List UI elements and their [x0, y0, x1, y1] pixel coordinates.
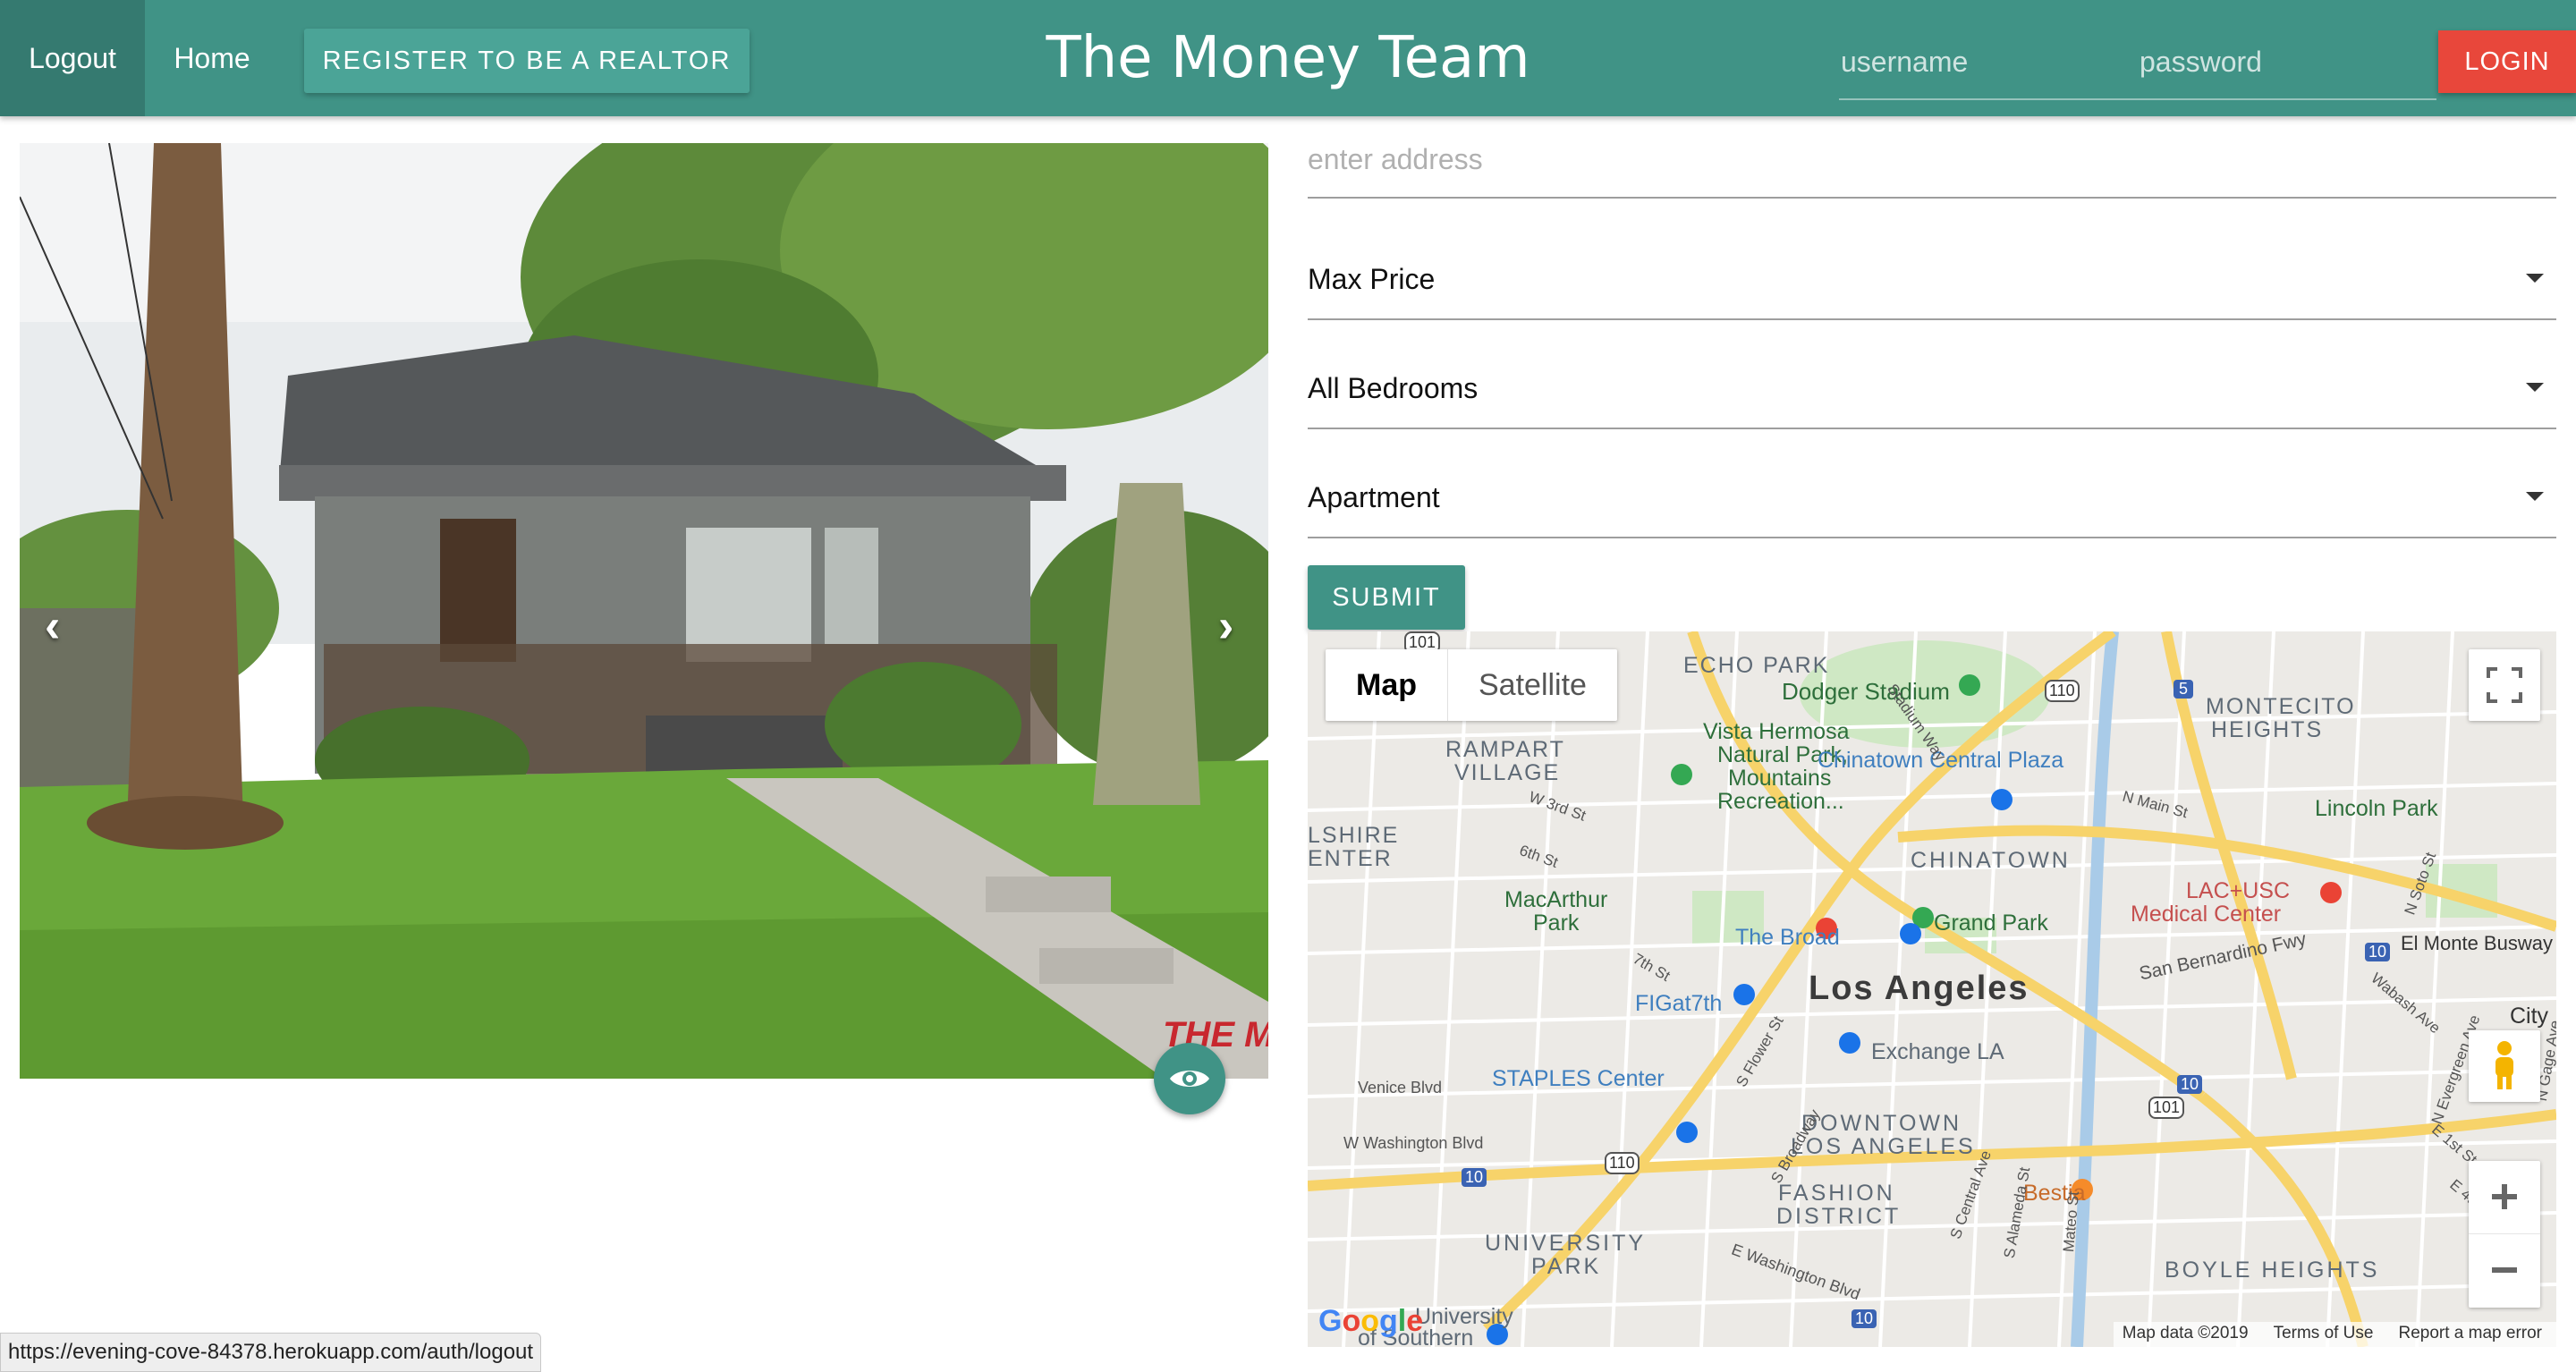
- map-label: FASHION: [1778, 1181, 1895, 1206]
- map-label: DOWNTOWN: [1801, 1111, 1962, 1136]
- top-navbar: Logout Home REGISTER TO BE A REALTOR The…: [0, 0, 2576, 116]
- dropdown-arrow-icon: [2526, 492, 2544, 501]
- map-label: El Monte Busway: [2401, 932, 2553, 954]
- map-label: Vista Hermosa: [1703, 719, 1850, 744]
- google-logo: Google: [1318, 1304, 1424, 1338]
- map-label: FIGat7th: [1635, 991, 1723, 1016]
- google-map[interactable]: ECHO PARK Dodger Stadium MONTECITO HEIGH…: [1308, 631, 2556, 1347]
- street-view-pegman[interactable]: [2469, 1030, 2540, 1102]
- property-type-select[interactable]: Apartment: [1308, 467, 2556, 538]
- home-link[interactable]: Home: [145, 0, 279, 116]
- map-label: Dodger Stadium: [1782, 678, 1950, 705]
- highway-110-shield: 110: [1605, 1152, 1640, 1174]
- bedrooms-label: All Bedrooms: [1308, 372, 1479, 404]
- terms-link[interactable]: Terms of Use: [2274, 1324, 2374, 1347]
- fullscreen-icon: [2487, 667, 2522, 703]
- map-label: Los Angeles: [1809, 970, 2029, 1007]
- map-label: Grand Park: [1934, 910, 2048, 936]
- max-price-select[interactable]: Max Price: [1308, 249, 2556, 320]
- map-label: LOS ANGELES: [1791, 1134, 1976, 1159]
- map-label: Park: [1533, 910, 1580, 936]
- property-photo: THE MLS .COM: [20, 143, 1268, 1079]
- login-button[interactable]: LOGIN: [2438, 30, 2576, 93]
- map-label: LSHIRE: [1308, 823, 1400, 848]
- logout-link[interactable]: Logout: [0, 0, 145, 116]
- map-label: STAPLES Center: [1492, 1066, 1665, 1091]
- interstate-10-shield: 10: [2177, 1075, 2203, 1094]
- status-bar-url: https://evening-cove-84378.herokuapp.com…: [0, 1333, 542, 1372]
- fullscreen-button[interactable]: [2469, 649, 2540, 721]
- interstate-10-shield: 10: [2365, 943, 2391, 961]
- map-label: CHINATOWN: [1911, 848, 2071, 873]
- house-photo-image: THE MLS .COM: [20, 143, 1268, 1079]
- address-field: [1308, 134, 2556, 199]
- submit-button[interactable]: SUBMIT: [1308, 565, 1465, 630]
- interstate-5-shield: 5: [2174, 680, 2194, 699]
- carousel-next-button[interactable]: ›: [1218, 599, 1233, 653]
- map-label: ENTER: [1308, 846, 1393, 871]
- plus-icon: [2492, 1184, 2517, 1209]
- map-label: UNIVERSITY: [1485, 1231, 1647, 1256]
- map-label: City: [2510, 1004, 2549, 1029]
- zoom-control: [2469, 1161, 2540, 1308]
- map-label: MacArthur: [1504, 887, 1608, 912]
- zoom-in-button[interactable]: [2469, 1161, 2540, 1234]
- site-title: The Money Team: [1046, 25, 1530, 91]
- map-label: Lincoln Park: [2315, 796, 2438, 821]
- zoom-out-button[interactable]: [2469, 1234, 2540, 1308]
- map-label: DISTRICT: [1776, 1204, 1902, 1229]
- interstate-10-shield: 10: [1462, 1168, 1487, 1187]
- interstate-10-shield: 10: [1852, 1309, 1877, 1328]
- pegman-icon: [2496, 1041, 2513, 1089]
- map-label: Venice Blvd: [1358, 1079, 1443, 1097]
- dropdown-arrow-icon: [2526, 274, 2544, 283]
- map-label: MONTECITO: [2206, 694, 2356, 719]
- register-realtor-button[interactable]: REGISTER TO BE A REALTOR: [304, 29, 750, 93]
- highway-101-shield: 101: [2148, 1097, 2185, 1119]
- map-data-text: Map data ©2019: [2122, 1324, 2249, 1342]
- report-map-error-link[interactable]: Report a map error: [2398, 1324, 2542, 1347]
- map-label: The Broad: [1735, 925, 1840, 950]
- login-form: [1839, 27, 2436, 100]
- dropdown-arrow-icon: [2526, 383, 2544, 392]
- map-label: VILLAGE: [1454, 760, 1561, 785]
- map-type-satellite-button[interactable]: Satellite: [1448, 649, 1617, 721]
- carousel-prev-button[interactable]: ‹: [45, 599, 60, 653]
- bedrooms-select[interactable]: All Bedrooms: [1308, 358, 2556, 429]
- map-label: ECHO PARK: [1683, 653, 1830, 678]
- map-label: Mountains: [1728, 766, 1832, 791]
- map-label: Exchange LA: [1871, 1039, 2004, 1064]
- map-label: W Washington Blvd: [1343, 1134, 1484, 1152]
- map-type-map-button[interactable]: Map: [1326, 649, 1448, 721]
- property-type-label: Apartment: [1308, 481, 1440, 513]
- chevron-right-icon: ›: [1218, 600, 1234, 652]
- map-type-control: Map Satellite: [1326, 649, 1617, 721]
- minus-icon: [2492, 1267, 2517, 1273]
- password-input[interactable]: [2140, 39, 2426, 84]
- highway-110-shield: 110: [2045, 680, 2080, 702]
- map-label: HEIGHTS: [2211, 717, 2324, 742]
- username-input[interactable]: [1841, 39, 2109, 84]
- map-label: PARK: [1531, 1254, 1602, 1279]
- map-label: BOYLE HEIGHTS: [2165, 1258, 2380, 1283]
- chevron-left-icon: ‹: [45, 600, 61, 652]
- map-label: RAMPART: [1445, 737, 1565, 762]
- map-label: Medical Center: [2131, 902, 2282, 927]
- map-attribution: Map data ©2019 Terms of Use Report a map…: [2113, 1322, 2556, 1347]
- map-label: LAC+USC: [2186, 878, 2291, 903]
- eye-icon: [1170, 1071, 1209, 1087]
- view-photos-button[interactable]: [1154, 1043, 1225, 1114]
- max-price-label: Max Price: [1308, 263, 1436, 295]
- address-input[interactable]: [1308, 134, 2556, 184]
- map-label: Recreation...: [1717, 789, 1844, 814]
